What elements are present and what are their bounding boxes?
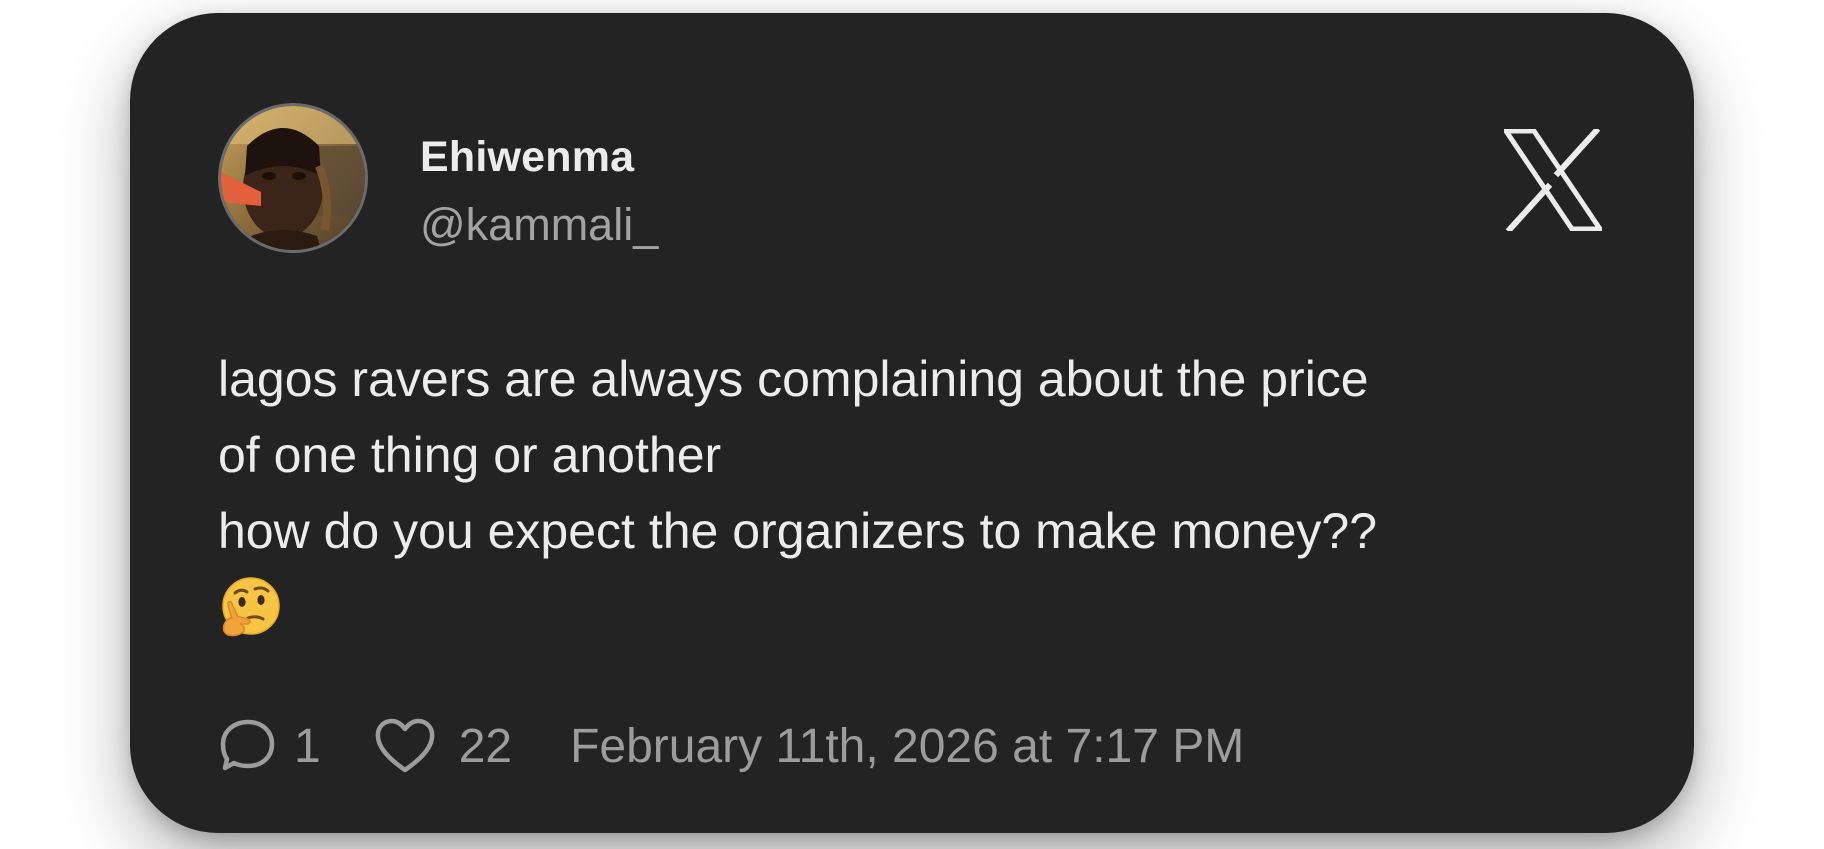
reply-count: 1: [294, 719, 321, 773]
author-name[interactable]: Ehiwenma: [420, 133, 634, 182]
speech-bubble-icon[interactable]: [218, 716, 278, 776]
tweet-line: of one thing or another: [218, 427, 722, 483]
tweet-line: lagos ravers are always complaining abou…: [218, 351, 1369, 407]
heart-icon[interactable]: [373, 717, 437, 775]
x-logo-icon[interactable]: [1504, 129, 1602, 231]
author-avatar[interactable]: [218, 103, 368, 253]
thinking-face-emoji-icon: [222, 577, 280, 637]
like-count: 22: [458, 719, 513, 773]
author-handle[interactable]: @kammali_: [420, 199, 658, 251]
tweet-text: lagos ravers are always complaining abou…: [218, 341, 1638, 641]
tweet-timestamp[interactable]: February 11th, 2026 at 7:17 PM: [570, 719, 1244, 774]
tweet-footer: 1 22 February 11th, 2026 at 7:17 PM: [218, 713, 1244, 779]
tweet-line: how do you expect the organizers to make…: [218, 503, 1378, 559]
avatar-photo-icon: [221, 106, 365, 250]
tweet-card: Ehiwenma @kammali_ lagos ravers are alwa…: [130, 13, 1694, 833]
